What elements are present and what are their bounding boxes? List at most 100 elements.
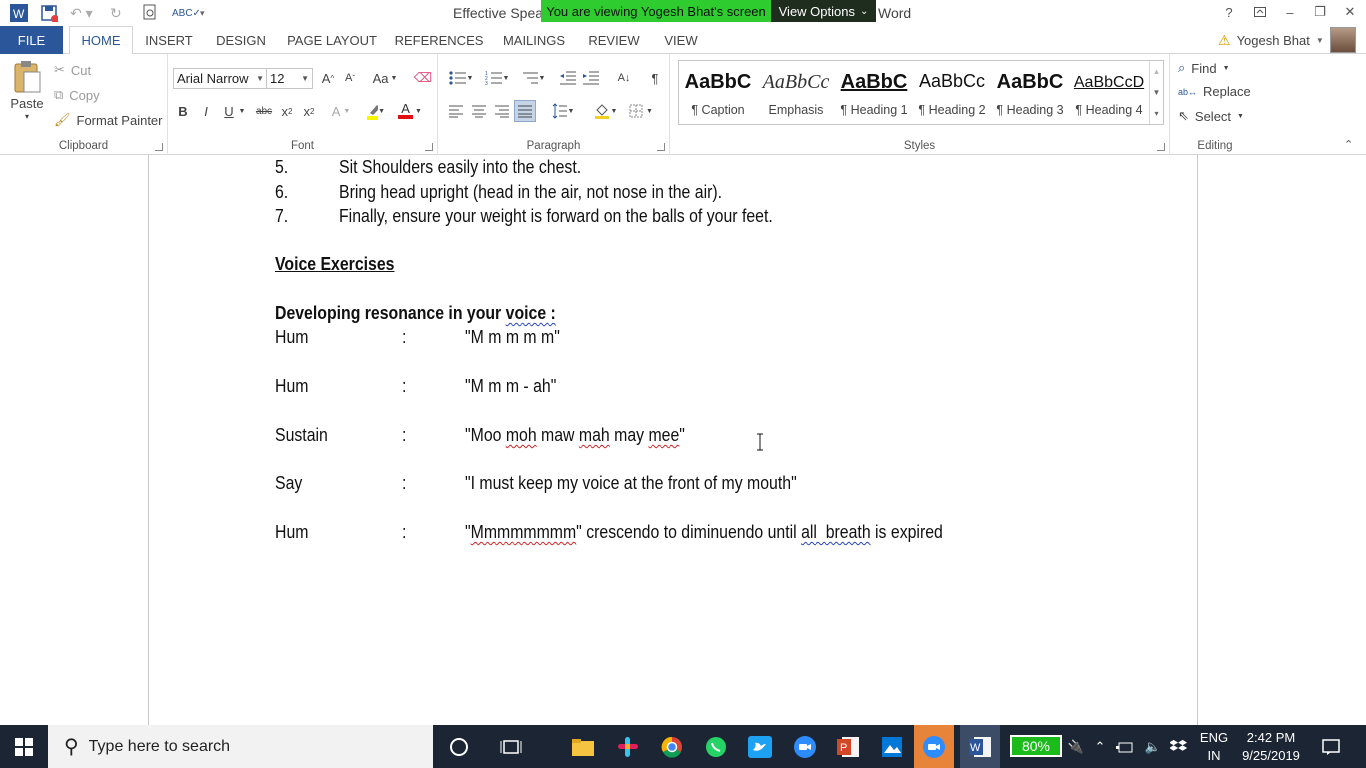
zoom-icon[interactable] bbox=[785, 725, 825, 768]
zoom-meeting-icon[interactable] bbox=[914, 725, 954, 768]
bold-button[interactable]: B bbox=[173, 101, 193, 121]
clipboard-dialog-launcher-icon[interactable] bbox=[155, 143, 163, 151]
avatar[interactable] bbox=[1330, 27, 1356, 53]
gallery-scroll-up-icon[interactable]: ▲ bbox=[1149, 61, 1163, 82]
underline-button[interactable]: U bbox=[219, 101, 239, 121]
justify-icon[interactable] bbox=[514, 100, 536, 122]
collapse-ribbon-icon[interactable]: ⌃ bbox=[1344, 138, 1353, 151]
restore-button[interactable]: ❐ bbox=[1309, 2, 1331, 22]
style-emphasis[interactable]: AaBbCc Emphasis bbox=[757, 61, 835, 124]
word-app-icon[interactable]: W bbox=[9, 3, 29, 23]
paste-button[interactable]: Paste ▾ bbox=[8, 60, 46, 121]
chrome-icon[interactable] bbox=[652, 725, 692, 768]
powerpoint-icon[interactable]: P bbox=[828, 725, 868, 768]
ribbon-display-options-icon[interactable] bbox=[1249, 2, 1271, 22]
highlight-color-button[interactable]: ▼ bbox=[365, 101, 385, 121]
change-case-button[interactable]: Aa ▼ bbox=[370, 68, 400, 88]
dropbox-icon[interactable] bbox=[1168, 725, 1190, 768]
increase-indent-icon[interactable] bbox=[581, 68, 601, 88]
styles-dialog-launcher-icon[interactable] bbox=[1157, 143, 1165, 151]
spelling-check-icon[interactable]: ABC✓ bbox=[172, 3, 201, 23]
subscript-button[interactable]: x2 bbox=[277, 101, 297, 121]
customize-toolbar-icon[interactable]: ▾ bbox=[200, 3, 205, 23]
tab-references[interactable]: REFERENCES bbox=[392, 26, 486, 54]
font-dialog-launcher-icon[interactable] bbox=[425, 143, 433, 151]
style-heading-2[interactable]: AaBbCc ¶ Heading 2 bbox=[913, 61, 991, 124]
input-language[interactable]: ENG IN bbox=[1196, 729, 1232, 765]
system-clock[interactable]: 2:42 PM 9/25/2019 bbox=[1236, 729, 1306, 765]
tab-design[interactable]: DESIGN bbox=[208, 26, 274, 54]
align-right-icon[interactable] bbox=[492, 101, 512, 121]
show-hidden-icons-icon[interactable]: ⌃ bbox=[1090, 725, 1110, 768]
close-button[interactable]: ✕ bbox=[1339, 2, 1361, 22]
save-icon[interactable] bbox=[40, 3, 58, 23]
twitter-icon[interactable] bbox=[740, 725, 780, 768]
tab-review[interactable]: REVIEW bbox=[582, 26, 646, 54]
font-color-button[interactable]: A ▼ bbox=[398, 101, 422, 121]
power-plug-icon[interactable]: 🔌 bbox=[1066, 725, 1086, 768]
whatsapp-icon[interactable] bbox=[696, 725, 736, 768]
align-center-icon[interactable] bbox=[469, 101, 489, 121]
borders-button[interactable]: ▼ bbox=[626, 101, 656, 121]
tab-view[interactable]: VIEW bbox=[656, 26, 706, 54]
user-account[interactable]: ⚠ Yogesh Bhat ▼ bbox=[1218, 26, 1324, 54]
cortana-icon[interactable] bbox=[439, 725, 479, 768]
style-heading-1[interactable]: AaBbC ¶ Heading 1 bbox=[835, 61, 913, 124]
bullets-button[interactable]: ▼ bbox=[446, 68, 476, 88]
text-effects-button[interactable]: A ▼ bbox=[331, 101, 351, 121]
task-view-icon[interactable] bbox=[491, 725, 531, 768]
decrease-indent-icon[interactable] bbox=[558, 68, 578, 88]
align-left-icon[interactable] bbox=[446, 101, 466, 121]
view-options-button[interactable]: View Options ⌄ bbox=[771, 0, 876, 22]
font-size-combo[interactable]: 12 ▼ bbox=[266, 68, 313, 89]
taskbar-search-box[interactable]: ⚲ Type here to search bbox=[48, 725, 433, 768]
paragraph-dialog-launcher-icon[interactable] bbox=[657, 143, 665, 151]
format-painter-button[interactable]: 🖌 Format Painter bbox=[54, 112, 163, 128]
clear-formatting-icon[interactable]: ⌫ bbox=[413, 68, 433, 88]
gallery-more-icon[interactable]: ▾ bbox=[1149, 103, 1163, 124]
tab-mailings[interactable]: MAILINGS bbox=[496, 26, 572, 54]
tab-insert[interactable]: INSERT bbox=[140, 26, 198, 54]
style-caption[interactable]: AaBbC ¶ Caption bbox=[679, 61, 757, 124]
battery-indicator[interactable]: 80% bbox=[1010, 735, 1062, 757]
help-button[interactable]: ? bbox=[1218, 2, 1240, 22]
superscript-button[interactable]: x2 bbox=[299, 101, 319, 121]
strikethrough-button[interactable]: abc bbox=[254, 101, 274, 121]
print-preview-icon[interactable] bbox=[142, 3, 158, 23]
cut-button[interactable]: ✂ Cut bbox=[54, 62, 91, 78]
select-button[interactable]: ⇖ Select ▼ bbox=[1178, 108, 1244, 124]
volume-icon[interactable]: 🔈 bbox=[1142, 725, 1164, 768]
notifications-icon[interactable] bbox=[1318, 725, 1344, 768]
minimize-button[interactable]: – bbox=[1279, 2, 1301, 22]
tab-page-layout[interactable]: PAGE LAYOUT bbox=[284, 26, 380, 54]
font-name-combo[interactable]: Arial Narrow ▼ bbox=[173, 68, 268, 89]
sort-icon[interactable]: A↓ bbox=[614, 68, 634, 88]
show-formatting-marks-icon[interactable]: ¶ bbox=[645, 68, 665, 88]
style-heading-4[interactable]: AaBbCcD ¶ Heading 4 bbox=[1069, 61, 1149, 124]
multilevel-list-button[interactable]: ▼ bbox=[518, 68, 548, 88]
gallery-scroll-down-icon[interactable]: ▼ bbox=[1149, 82, 1163, 103]
shrink-font-button[interactable]: Aˇ bbox=[340, 68, 360, 88]
numbering-button[interactable]: 1 2 3 ▼ bbox=[482, 68, 512, 88]
document-page[interactable]: 5. Sit Shoulders easily into the chest. … bbox=[148, 155, 1198, 725]
copy-button[interactable]: ⧉ Copy bbox=[54, 87, 100, 103]
undo-icon[interactable]: ↶ ▾ bbox=[70, 3, 93, 23]
tab-file[interactable]: FILE bbox=[0, 26, 63, 54]
line-spacing-button[interactable]: ▼ bbox=[548, 101, 578, 121]
chevron-down-icon[interactable]: ▼ bbox=[237, 101, 247, 121]
word-taskbar-icon[interactable]: W bbox=[960, 725, 1000, 768]
italic-button[interactable]: I bbox=[196, 101, 216, 121]
list-item: Bring head upright (head in the air, not… bbox=[339, 182, 723, 202]
grow-font-button[interactable]: A ^ bbox=[318, 68, 338, 88]
photos-icon[interactable] bbox=[872, 725, 912, 768]
network-icon[interactable] bbox=[1114, 725, 1136, 768]
replace-button[interactable]: ab↔ Replace bbox=[1178, 84, 1251, 99]
tab-home[interactable]: HOME bbox=[69, 26, 133, 55]
file-explorer-icon[interactable] bbox=[563, 725, 603, 768]
style-heading-3[interactable]: AaBbC ¶ Heading 3 bbox=[991, 61, 1069, 124]
shading-button[interactable]: ▼ bbox=[590, 101, 620, 121]
windows-start-icon[interactable] bbox=[4, 725, 44, 768]
find-button[interactable]: ⌕ Find ▼ bbox=[1178, 60, 1230, 76]
slack-icon[interactable] bbox=[608, 725, 648, 768]
redo-icon[interactable]: ↻ bbox=[110, 3, 122, 23]
